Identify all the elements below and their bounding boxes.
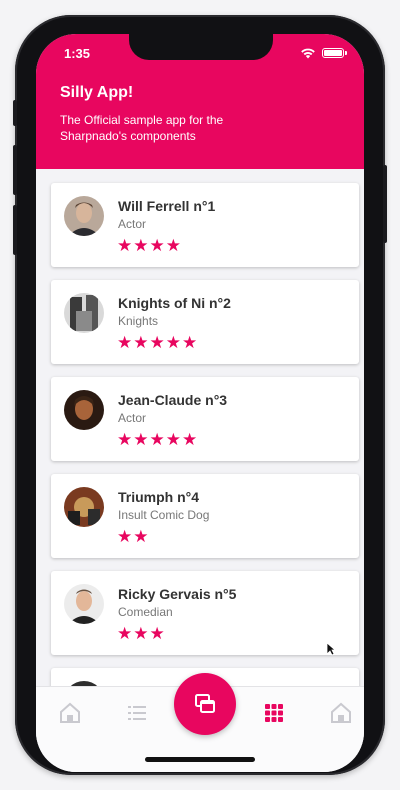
tab-list-icon[interactable] [125,701,149,725]
battery-icon [322,48,347,58]
avatar-image [64,196,104,236]
avatar-image [64,584,104,624]
center-action-button[interactable] [174,673,236,735]
list-item[interactable]: Will Ferrell n°1 Actor ★★★★ [51,183,359,267]
people-list[interactable]: Will Ferrell n°1 Actor ★★★★ Knights of N… [36,169,364,689]
rating-stars: ★★★★ [117,236,182,255]
list-item[interactable]: Ricky Gervais n°5 Comedian ★★★ [51,571,359,655]
list-item[interactable]: Knights of Ni n°2 Knights ★★★★★ [51,280,359,364]
notch [129,34,273,60]
status-icons [300,47,347,59]
person-role: Actor [118,217,147,231]
power-button [383,165,387,243]
list-item[interactable]: Triumph n°4 Insult Comic Dog ★★ [51,474,359,558]
mute-switch [13,100,17,126]
wifi-icon [301,48,315,59]
status-time: 1:35 [64,46,91,61]
volume-down-button [13,205,17,255]
person-name: Ricky Gervais n°5 [118,586,237,602]
page-title: Silly App! [60,84,134,101]
volume-up-button [13,145,17,195]
person-name: Triumph n°4 [118,489,200,505]
avatar-image [64,293,104,333]
avatar-image [64,487,104,527]
person-name: Jean-Claude n°3 [118,392,228,408]
page-subtitle: The Official sample app for the Sharpnad… [60,113,224,143]
rating-stars: ★★ [117,527,150,546]
app-screen: 1:35 Silly App! The Official sample app … [36,34,364,772]
person-name: Knights of Ni n°2 [118,295,231,311]
rating-stars: ★★★ [117,624,166,643]
person-role: Insult Comic Dog [118,508,210,522]
list-item[interactable]: Jean-Claude n°3 Actor ★★★★★ [51,377,359,461]
home-indicator [145,757,255,762]
cards-icon [195,694,215,713]
tab-house-icon[interactable] [58,701,82,725]
rating-stars: ★★★★★ [117,333,199,352]
person-role: Comedian [118,605,173,619]
person-role: Actor [118,411,147,425]
mouse-pointer-icon [326,642,336,656]
rating-stars: ★★★★★ [117,430,199,449]
tab-house-icon[interactable] [329,701,353,725]
person-role: Knights [118,314,159,328]
avatar-image [64,390,104,430]
person-name: Will Ferrell n°1 [118,198,216,214]
tab-grid-icon[interactable] [262,701,286,725]
